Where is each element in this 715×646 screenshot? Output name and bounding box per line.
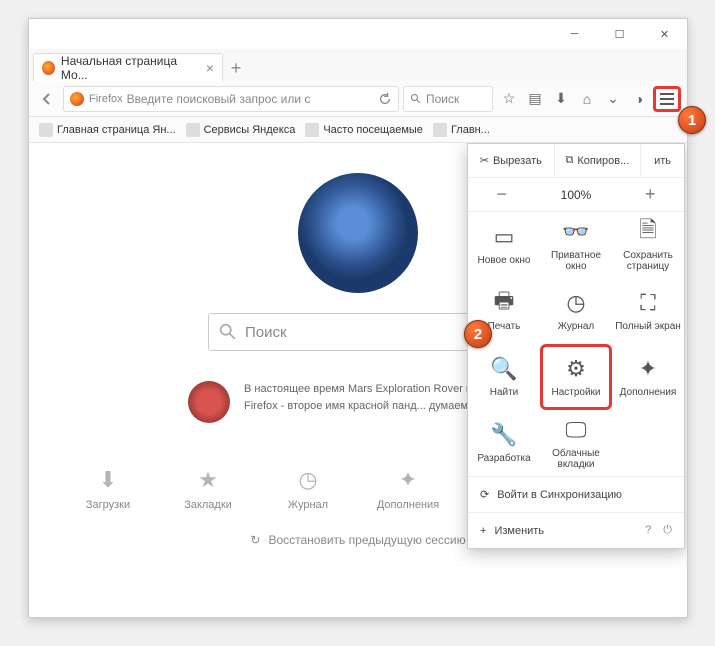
url-placeholder: Введите поисковый запрос или с [127,92,311,106]
wrench-icon: 🔧 [490,422,517,448]
bookmarks-menu-icon[interactable]: ▤ [523,87,547,111]
close-button[interactable]: ✕ [642,19,687,49]
help-button[interactable]: ? [645,524,651,537]
star-icon: ★ [198,467,218,493]
reload-button[interactable] [378,92,392,106]
clock-icon: ◷ [298,467,317,493]
bookmark-item[interactable]: Главная страница Ян... [39,123,176,137]
copy-button[interactable]: ⧉Копиров... [555,144,642,177]
search-icon: 🔍 [490,356,517,382]
plus-icon: + [480,525,486,537]
maximize-button[interactable]: ☐ [597,19,642,49]
menu-customize[interactable]: + Изменить [480,525,544,537]
window-icon: ▭ [494,224,515,250]
bookmark-item[interactable]: Сервисы Яндекса [186,123,296,137]
page-content: Поиск В настоящее время Mars Exploration… [29,143,687,617]
edit-row: ✂Вырезать ⧉Копиров... ить [468,144,684,178]
main-search-input[interactable]: Поиск [208,313,508,351]
menu-addons[interactable]: ✦Дополнения [612,344,684,410]
launch-bookmarks[interactable]: ★Закладки [172,467,244,511]
browser-window: ─ ☐ ✕ Начальная страница Мо... × + Firef… [28,18,688,618]
search-icon [219,323,237,341]
sync-icon: ⟳ [480,488,489,501]
menu-footer: + Изменить ? ⏻ [468,512,684,548]
monitor-icon: 🖵 [565,417,586,443]
main-search-placeholder: Поиск [245,324,287,341]
zoom-row: − 100% + [468,178,684,212]
puzzle-icon: ✦ [399,467,417,493]
search-icon [410,93,422,105]
zoom-out-button[interactable]: − [468,184,536,205]
launch-downloads[interactable]: ⬇Загрузки [72,467,144,511]
bookmark-item[interactable]: Главн... [433,123,490,137]
pocket-icon[interactable]: ⌄ [601,87,625,111]
puzzle-icon: ✦ [639,356,657,382]
addon-icon[interactable]: ◑ [627,87,651,111]
menu-cloud-tabs[interactable]: 🖵Облачные вкладки [540,410,612,476]
identity-label: Firefox [89,93,123,105]
search-bar[interactable]: Поиск [403,86,493,112]
menu-fullscreen[interactable]: ⛶Полный экран [612,278,684,344]
menu-save-page[interactable]: 🗎Сохранить страницу [612,212,684,278]
hamburger-icon [660,93,674,105]
mask-icon: 👓 [562,219,589,245]
download-icon: ⬇ [99,467,117,493]
firefox-icon [70,92,84,106]
favicon [305,123,319,137]
minimize-button[interactable]: ─ [552,19,597,49]
menu-history[interactable]: ◷Журнал [540,278,612,344]
paste-button[interactable]: ить [641,144,684,177]
cut-button[interactable]: ✂Вырезать [468,144,555,177]
scissors-icon: ✂ [480,154,489,167]
callout-2: 2 [464,320,492,348]
app-menu-panel: ✂Вырезать ⧉Копиров... ить − 100% + ▭Ново… [467,143,685,549]
address-bar[interactable]: Firefox Введите поисковый запрос или с [63,86,399,112]
home-icon[interactable]: ⌂ [575,87,599,111]
menu-grid: ▭Новое окно 👓Приватное окно 🗎Сохранить с… [468,212,684,476]
clock-icon: ◷ [566,290,585,316]
launch-history[interactable]: ◷Журнал [272,467,344,511]
toolbar-icons: ☆ ▤ ⬇ ⌂ ⌄ ◑ [497,86,681,112]
firefox-icon [42,61,55,75]
menu-developer[interactable]: 🔧Разработка [468,410,540,476]
navigation-toolbar: Firefox Введите поисковый запрос или с П… [29,81,687,117]
launch-addons[interactable]: ✦Дополнения [372,467,444,511]
menu-sync-login[interactable]: ⟳ Войти в Синхронизацию [468,476,684,512]
printer-icon: 🖶 [494,290,515,316]
menu-find[interactable]: 🔍Найти [468,344,540,410]
page-icon: 🗎 [639,219,657,245]
callout-1: 1 [678,106,706,134]
tab-close-icon[interactable]: × [206,60,214,76]
bookmarks-toolbar: Главная страница Ян... Сервисы Яндекса Ч… [29,117,687,143]
menu-empty [612,410,684,476]
exit-button[interactable]: ⏻ [663,524,672,537]
zoom-level[interactable]: 100% [536,188,617,202]
bookmark-item[interactable]: Часто посещаемые [305,123,423,137]
search-placeholder: Поиск [426,92,459,106]
menu-new-window[interactable]: ▭Новое окно [468,212,540,278]
menu-private-window[interactable]: 👓Приватное окно [540,212,612,278]
zoom-in-button[interactable]: + [617,184,685,205]
restore-icon: ↻ [250,533,260,547]
fullscreen-icon: ⛶ [640,290,655,316]
titlebar: ─ ☐ ✕ [29,19,687,49]
gear-icon: ⚙ [566,356,586,382]
snippet-image [188,381,230,423]
bookmark-star-icon[interactable]: ☆ [497,87,521,111]
menu-settings[interactable]: ⚙Настройки [540,344,612,410]
menu-button[interactable] [653,86,681,112]
browser-tab[interactable]: Начальная страница Мо... × [33,53,223,81]
tab-bar: Начальная страница Мо... × + [29,49,687,81]
new-tab-button[interactable]: + [223,55,249,81]
favicon [186,123,200,137]
firefox-logo [298,173,418,293]
favicon [433,123,447,137]
copy-icon: ⧉ [566,154,574,167]
downloads-icon[interactable]: ⬇ [549,87,573,111]
back-button[interactable] [35,87,59,111]
favicon [39,123,53,137]
tab-title: Начальная страница Мо... [61,54,196,82]
